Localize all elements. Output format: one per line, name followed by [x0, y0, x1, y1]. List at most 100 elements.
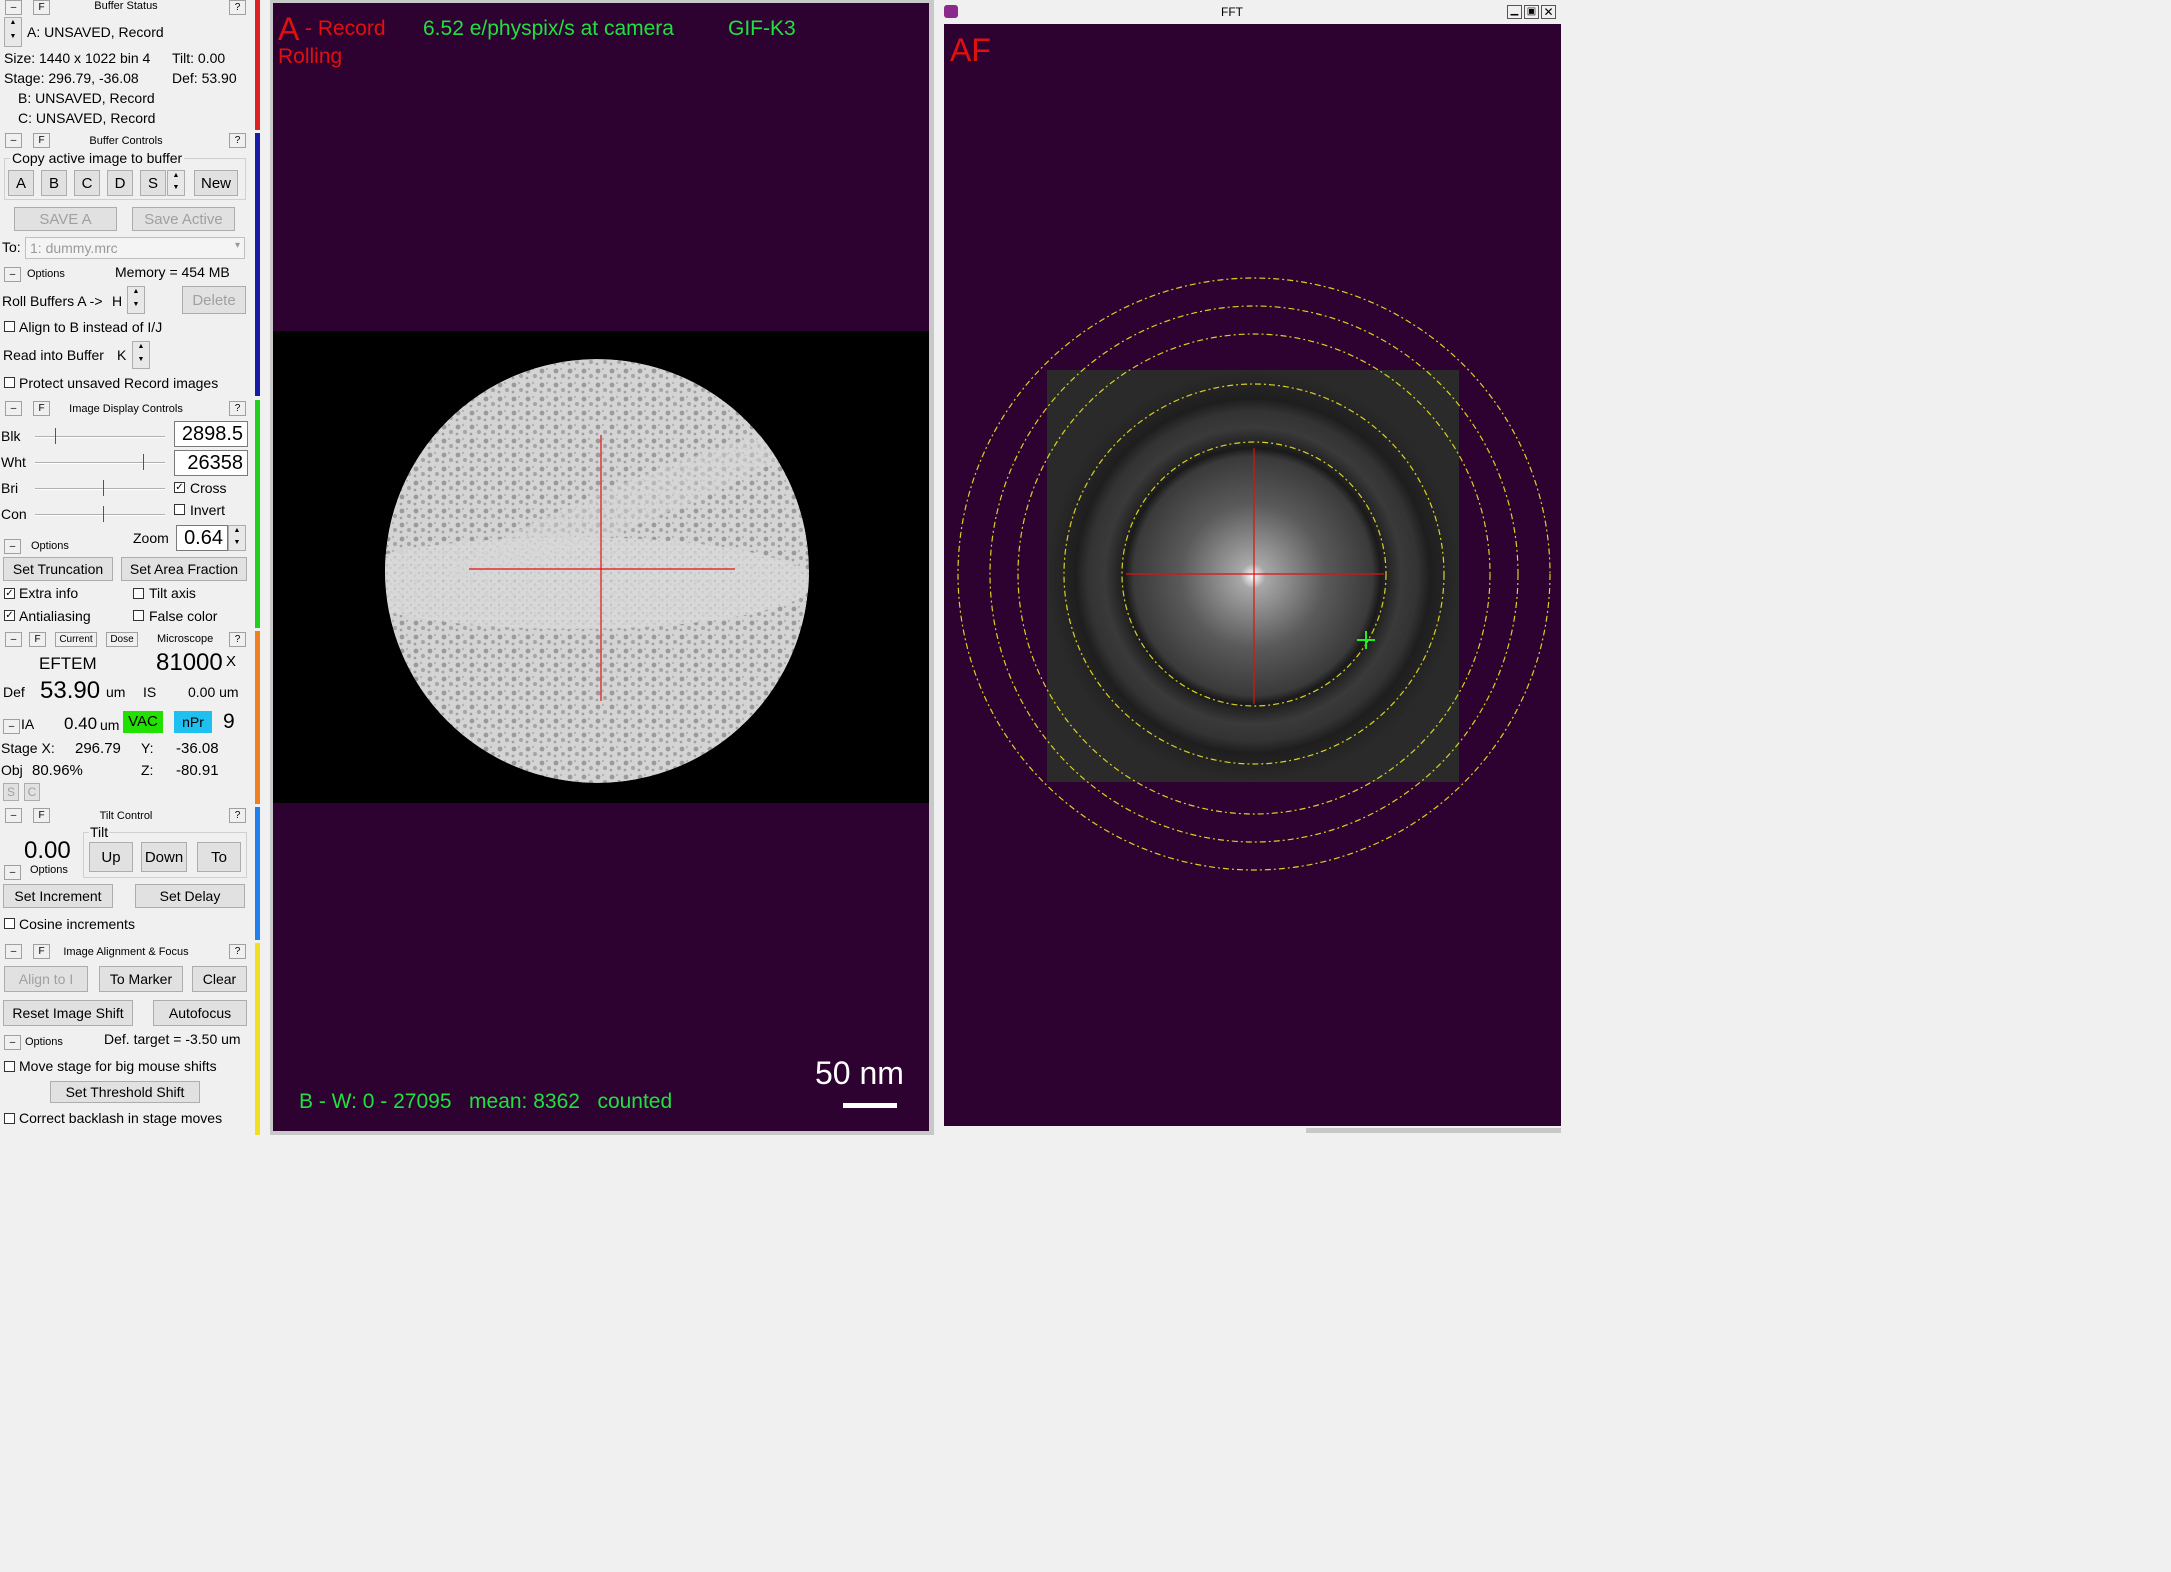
options-toggle[interactable]: –	[4, 1035, 21, 1050]
c-button[interactable]: C	[24, 783, 40, 801]
contrast-slider[interactable]	[35, 514, 165, 516]
buffer-tilt: Tilt: 0.00	[172, 50, 226, 66]
section-title: Buffer Controls	[89, 135, 163, 147]
copy-to-c-button[interactable]: C	[74, 170, 100, 196]
black-level-thumb[interactable]	[55, 428, 60, 444]
float-button[interactable]: F	[29, 632, 46, 647]
options-toggle[interactable]: –	[4, 539, 21, 554]
image-view[interactable]: A - Record Rolling 6.52 e/physpix/s at c…	[273, 3, 929, 1131]
to-marker-button[interactable]: To Marker	[99, 966, 183, 992]
cross-checkbox[interactable]: ✓	[174, 482, 185, 493]
clear-button[interactable]: Clear	[192, 966, 247, 992]
false-color-checkbox[interactable]	[133, 610, 144, 621]
fft-view[interactable]: AF	[944, 24, 1561, 1126]
read-into-buffer-spinner[interactable]: ▲ ▼	[132, 341, 150, 369]
section-title: Buffer Status	[94, 0, 158, 12]
brightness-thumb[interactable]	[103, 480, 108, 496]
protect-unsaved-checkbox[interactable]	[4, 377, 15, 388]
options-label: Options	[31, 540, 69, 552]
move-stage-checkbox[interactable]	[4, 1061, 15, 1072]
white-level-thumb[interactable]	[143, 454, 148, 470]
help-button[interactable]: ?	[229, 0, 246, 15]
ia-value: 0.40	[64, 714, 98, 733]
control-panel: – F Buffer Status ? ▲ ▼ A: UNSAVED, Recor…	[0, 0, 262, 1135]
roll-buffers-spinner[interactable]: ▲ ▼	[127, 286, 145, 314]
fft-window: FFT ▁ ▣ ✕ AF	[936, 0, 1568, 1135]
stage-y-label: Y:	[141, 740, 154, 756]
zoom-value[interactable]: 0.64	[176, 525, 228, 551]
tilt-down-button[interactable]: Down	[141, 842, 187, 872]
save-a-button[interactable]: SAVE A	[14, 207, 117, 231]
set-area-fraction-button[interactable]: Set Area Fraction	[121, 557, 247, 581]
tilt-angle-value: 0.00	[24, 837, 71, 864]
image-window: A - Record Rolling 6.52 e/physpix/s at c…	[270, 0, 934, 1135]
tilt-axis-checkbox[interactable]	[133, 588, 144, 599]
save-file-value: 1: dummy.mrc	[30, 240, 118, 256]
help-button[interactable]: ?	[229, 632, 246, 647]
set-delay-button[interactable]: Set Delay	[135, 884, 245, 908]
copy-buffer-spinner[interactable]: ▲ ▼	[167, 170, 185, 196]
cosine-increments-checkbox[interactable]	[4, 918, 15, 929]
fft-power-spectrum	[1047, 370, 1459, 782]
contrast-thumb[interactable]	[103, 506, 108, 522]
copy-to-d-button[interactable]: D	[107, 170, 133, 196]
white-level-value[interactable]: 26358	[174, 450, 248, 476]
set-truncation-button[interactable]: Set Truncation	[3, 557, 113, 581]
defocus-target: Def. target = -3.50 um	[104, 1031, 241, 1047]
microscope-strip	[255, 631, 260, 804]
fft-scrollbar[interactable]	[1306, 1128, 1561, 1133]
autofocus-button[interactable]: Autofocus	[153, 1000, 247, 1026]
brightness-label: Bri	[1, 480, 19, 496]
brightness-slider[interactable]	[35, 488, 165, 490]
help-button[interactable]: ?	[229, 944, 246, 959]
restore-icon[interactable]: ▣	[1524, 5, 1539, 19]
black-level-value[interactable]: 2898.5	[174, 421, 248, 447]
extra-info-checkbox[interactable]: ✓	[4, 588, 15, 599]
image-shift-value: 0.00 um	[188, 684, 239, 700]
set-increment-button[interactable]: Set Increment	[3, 884, 113, 908]
help-button[interactable]: ?	[229, 808, 246, 823]
delete-button[interactable]: Delete	[182, 286, 246, 314]
options-toggle[interactable]: –	[4, 267, 21, 282]
af-label: AF	[950, 32, 991, 68]
scale-bar-label: 50 nm	[815, 1055, 904, 1091]
align-b-checkbox[interactable]	[4, 321, 15, 332]
tilt-control-strip	[255, 807, 260, 940]
copy-to-a-button[interactable]: A	[8, 170, 34, 196]
options-label: Options	[25, 1036, 63, 1048]
align-to-button[interactable]: Align to I	[4, 966, 88, 992]
buffer-size: Size: 1440 x 1022 bin 4	[4, 50, 151, 66]
options-toggle[interactable]: –	[4, 865, 21, 880]
move-stage-label: Move stage for big mouse shifts	[19, 1058, 217, 1074]
buffer-a-status: A: UNSAVED, Record	[27, 24, 164, 40]
tilt-to-button[interactable]: To	[197, 842, 241, 872]
collapse-button[interactable]: –	[5, 632, 22, 647]
antialiasing-checkbox[interactable]: ✓	[4, 610, 15, 621]
current-button[interactable]: Current	[55, 632, 97, 647]
zoom-spinner[interactable]: ▲ ▼	[228, 525, 246, 551]
help-button[interactable]: ?	[229, 133, 246, 148]
close-icon[interactable]: ✕	[1541, 5, 1556, 19]
invert-checkbox[interactable]	[174, 504, 185, 515]
tilt-up-button[interactable]: Up	[89, 842, 133, 872]
zoom-label: Zoom	[133, 530, 169, 546]
save-file-select[interactable]: 1: dummy.mrc ▾	[25, 237, 245, 259]
stage-z-value: -80.91	[176, 762, 219, 779]
copy-to-b-button[interactable]: B	[41, 170, 67, 196]
correct-backlash-checkbox[interactable]	[4, 1113, 15, 1124]
section-title: Microscope	[157, 633, 214, 645]
s-button[interactable]: S	[3, 783, 19, 801]
buffer-spinner[interactable]: ▲ ▼	[4, 17, 22, 47]
options-toggle[interactable]: –	[3, 719, 20, 734]
reset-image-shift-button[interactable]: Reset Image Shift	[3, 1000, 133, 1026]
tilt-control-header: – F Tilt Control ?	[0, 808, 252, 826]
new-buffer-button[interactable]: New	[194, 170, 238, 196]
set-threshold-shift-button[interactable]: Set Threshold Shift	[50, 1081, 200, 1103]
stage-z-label: Z:	[141, 762, 154, 778]
save-active-button[interactable]: Save Active	[132, 207, 235, 231]
dose-button[interactable]: Dose	[106, 632, 138, 647]
copy-to-s-button[interactable]: S	[140, 170, 166, 196]
ia-label: IA	[21, 716, 35, 732]
minimize-icon[interactable]: ▁	[1507, 5, 1522, 19]
help-button[interactable]: ?	[229, 401, 246, 416]
